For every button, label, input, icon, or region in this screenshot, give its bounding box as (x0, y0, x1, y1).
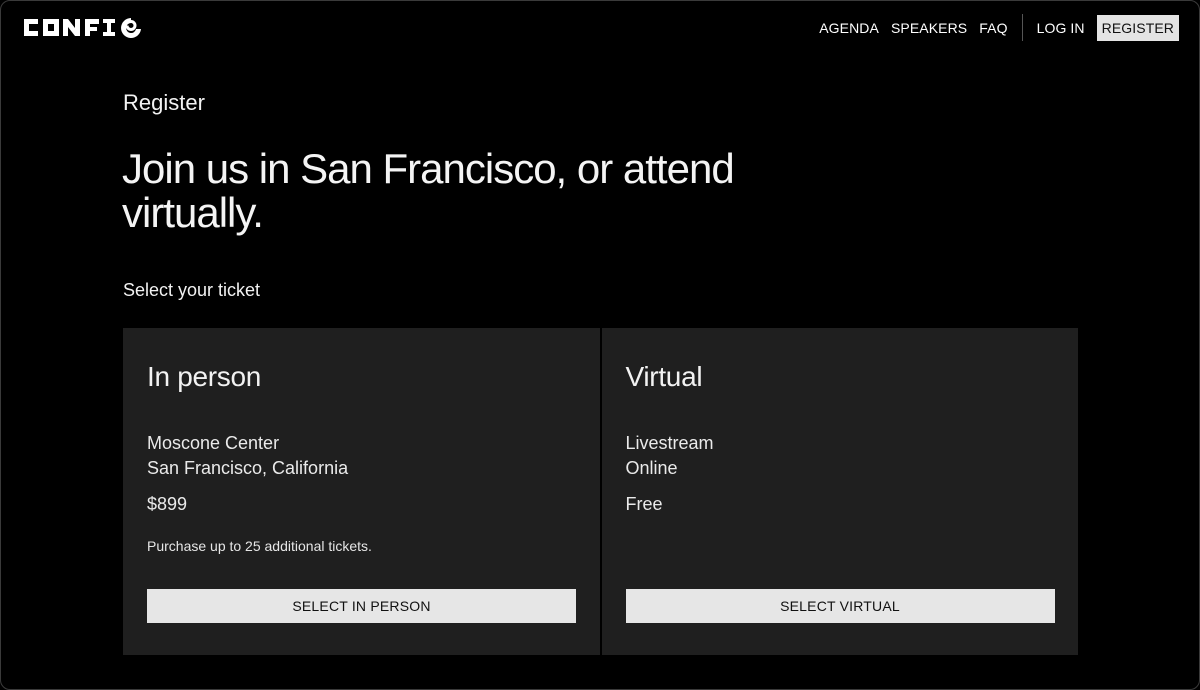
page-eyebrow: Register (123, 90, 205, 115)
ticket-options: In person Moscone Center San Francisco, … (123, 328, 1078, 655)
login-link[interactable]: LOG IN (1037, 20, 1085, 36)
ticket-section-label: Select your ticket (123, 280, 261, 300)
page-headline: Join us in San Francisco, or attend virt… (122, 145, 735, 236)
nav-faq-link[interactable]: FAQ (979, 20, 1007, 36)
top-nav: AGENDA SPEAKERS FAQ LOG IN REGISTER (819, 14, 1179, 41)
ticket-note: Purchase up to 25 additional tickets. (147, 538, 372, 554)
ticket-city: Online (625, 458, 678, 478)
nav-divider (1021, 14, 1023, 41)
ticket-price: Free (625, 494, 663, 514)
select-virtual-button[interactable]: SELECT VIRTUAL (625, 589, 1055, 623)
config-logo[interactable] (22, 15, 144, 40)
ticket-venue: Moscone Center (147, 433, 280, 453)
ticket-card-in-person: In person Moscone Center San Francisco, … (123, 328, 600, 655)
select-in-person-button[interactable]: SELECT IN PERSON (147, 589, 576, 623)
page-frame: AGENDA SPEAKERS FAQ LOG IN REGISTER Regi… (0, 0, 1200, 690)
ticket-title: Virtual (625, 361, 703, 392)
ticket-title: In person (147, 361, 262, 392)
ticket-card-virtual: Virtual Livestream Online Free SELECT VI… (601, 328, 1078, 655)
nav-speakers-link[interactable]: SPEAKERS (891, 20, 967, 36)
site-header: AGENDA SPEAKERS FAQ LOG IN REGISTER (1, 1, 1199, 55)
ticket-location: Livestream Online (626, 431, 714, 481)
ticket-venue: Livestream (625, 433, 714, 453)
ticket-city: San Francisco, California (147, 458, 349, 478)
ticket-location: Moscone Center San Francisco, California (147, 431, 348, 481)
register-button[interactable]: REGISTER (1096, 14, 1179, 41)
nav-agenda-link[interactable]: AGENDA (819, 20, 879, 36)
ticket-price: $899 (147, 494, 188, 514)
